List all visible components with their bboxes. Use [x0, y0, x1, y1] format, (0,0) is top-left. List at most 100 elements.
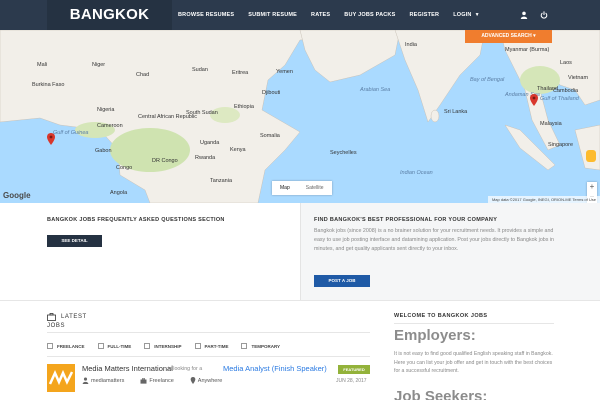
top-navbar: BANGKOK JOBS BROWSE RESUMES SUBMIT RESUM…: [0, 0, 600, 53]
map-label-gulf-thailand: Gulf of Thailand: [540, 96, 579, 102]
map-label-niger: Niger: [92, 62, 106, 68]
map-label-djibouti: Djibouti: [262, 90, 281, 96]
employers-text: It is not easy to find good qualified En…: [394, 351, 553, 374]
nav-rates[interactable]: RATES: [311, 12, 330, 18]
see-detail-button[interactable]: SEE DETAIL: [47, 235, 102, 247]
find-professional-section: FIND BANGKOK'S BEST PROFESSIONAL FOR YOU…: [300, 203, 600, 300]
job-location: Anywhere: [190, 377, 230, 384]
map-label-rwanda: Rwanda: [195, 155, 216, 161]
job-location-label: Anywhere: [197, 377, 223, 384]
checkbox[interactable]: [144, 343, 151, 349]
filter-freelance[interactable]: FREELANCE: [47, 343, 85, 349]
map-label-eritrea: Eritrea: [232, 70, 249, 76]
latest-jobs-title: LATEST: [61, 314, 87, 320]
filter-label: TEMPORARY: [251, 343, 281, 349]
map-label-car: Central African Republic: [138, 114, 198, 120]
filters-rule: [47, 356, 370, 357]
nav-browse-resumes[interactable]: BROWSE RESUMES: [178, 12, 234, 18]
welcome-rule: [394, 323, 554, 324]
map-label-vietnam: Vietnam: [568, 75, 589, 81]
checkbox[interactable]: [47, 343, 53, 349]
header-icons: [520, 0, 548, 30]
job-user[interactable]: mediamatters: [82, 377, 132, 384]
job-type-filters: FREELANCE FULL-TIME INTERNSHIP PART-TIME…: [47, 343, 293, 349]
mm-logo-icon: [47, 364, 75, 392]
section-divider: [0, 300, 600, 301]
filter-temporary[interactable]: TEMPORARY: [241, 343, 280, 349]
filter-part-time[interactable]: PART-TIME: [194, 343, 229, 349]
map-label-cameroon: Cameroon: [97, 123, 123, 129]
faq-title: BANGKOK JOBS FREQUENTLY ASKED QUESTIONS …: [47, 217, 225, 223]
job-company-name[interactable]: Media Matters International: [82, 364, 173, 373]
map-label-indian-ocean: Indian Ocean: [400, 170, 433, 176]
advanced-search-button[interactable]: ADVANCED SEARCH ▾: [465, 30, 552, 43]
map-label-gulf-guinea: Gulf of Guinea: [53, 130, 89, 136]
checkbox[interactable]: [194, 343, 201, 349]
post-a-job-button[interactable]: POST A JOB: [314, 275, 370, 287]
map-marker-icon[interactable]: [47, 133, 55, 145]
featured-badge: FEATURED: [338, 365, 370, 374]
employers-heading: Employers:: [394, 327, 476, 344]
google-logo: Google: [3, 191, 31, 200]
map-label-singapore: Singapore: [548, 142, 574, 148]
map-label-cambodia: Cambodia: [553, 88, 579, 94]
welcome-title: WELCOME TO BANGKOK JOBS: [394, 313, 488, 319]
map-label-gabon: Gabon: [95, 148, 112, 154]
filter-label: FULL-TIME: [107, 343, 132, 349]
map-label-bay-bengal: Bay of Bengal: [470, 77, 505, 83]
street-view-pegman-icon[interactable]: [586, 150, 596, 162]
map-label-chad: Chad: [136, 72, 150, 78]
job-type-label: Freelance: [149, 377, 174, 384]
briefcase-icon: [47, 313, 56, 321]
map-label-congo: Congo: [116, 165, 133, 171]
map-label-nigeria: Nigeria: [97, 107, 115, 113]
company-logo[interactable]: [47, 364, 75, 392]
find-title: FIND BANGKOK'S BEST PROFESSIONAL FOR YOU…: [314, 217, 498, 223]
job-date: JUN 28, 2017: [336, 378, 367, 384]
map-label-angola: Angola: [110, 190, 128, 196]
nav-login[interactable]: LOGIN ▼: [453, 12, 480, 18]
map-label-india: India: [405, 42, 417, 48]
filter-label: INTERNSHIP: [154, 343, 182, 349]
map-type-satellite-button[interactable]: Satellite: [298, 181, 332, 195]
checkbox[interactable]: [97, 343, 104, 349]
map-label-burkina: Burkina Faso: [32, 82, 65, 88]
map-label-yemen: Yemen: [276, 69, 293, 75]
map-label-uganda: Uganda: [200, 140, 220, 146]
user-icon: [82, 377, 89, 384]
job-looking-text: is looking for a: [168, 366, 203, 372]
nav-register[interactable]: REGISTER: [409, 12, 439, 18]
zoom-in-icon[interactable]: +: [587, 182, 597, 192]
job-title-link[interactable]: Media Analyst (Finish Speaker): [223, 364, 327, 373]
briefcase-icon: [140, 377, 147, 384]
map-label-ethiopia: Ethiopia: [234, 104, 254, 110]
checkbox[interactable]: [241, 343, 248, 349]
chevron-down-icon: ▾: [533, 33, 536, 39]
map-label-malaysia: Malaysia: [540, 121, 562, 127]
chevron-down-icon: ▼: [474, 12, 480, 18]
filter-full-time[interactable]: FULL-TIME: [97, 343, 132, 349]
jobs-map[interactable]: Mali Niger Chad Sudan Eritrea Yemen Burk…: [0, 30, 600, 203]
filter-label: PART-TIME: [204, 343, 229, 349]
map-label-sri-lanka: Sri Lanka: [444, 109, 468, 115]
map-label-sudan: Sudan: [192, 67, 208, 73]
map-marker-icon[interactable]: [530, 94, 538, 106]
map-label-laos: Laos: [560, 60, 572, 66]
user-icon[interactable]: [520, 11, 528, 19]
job-username: mediamatters: [91, 377, 125, 384]
site-logo[interactable]: BANGKOK JOBS: [47, 0, 172, 53]
filter-label: FREELANCE: [57, 343, 85, 349]
map-label-arabian-sea: Arabian Sea: [360, 87, 391, 93]
nav-buy-jobs-packs[interactable]: BUY JOBS PACKS: [344, 12, 395, 18]
latest-jobs-title-line2: JOBS: [47, 323, 66, 329]
job-type: Freelance: [140, 378, 181, 384]
map-attribution[interactable]: Map data ©2017 Google, INEGI, ORION-ME T…: [487, 196, 600, 203]
map-type-map-button[interactable]: Map: [272, 181, 298, 195]
nav-submit-resume[interactable]: SUBMIT RESUME: [248, 12, 297, 18]
filter-internship[interactable]: INTERNSHIP: [144, 343, 182, 349]
map-label-somalia: Somalia: [260, 133, 280, 139]
map-label-myanmar: Myanmar (Burma): [505, 47, 550, 53]
nav-login-label: LOGIN: [453, 12, 472, 18]
location-pin-icon: [190, 377, 196, 384]
power-icon[interactable]: [540, 11, 548, 19]
